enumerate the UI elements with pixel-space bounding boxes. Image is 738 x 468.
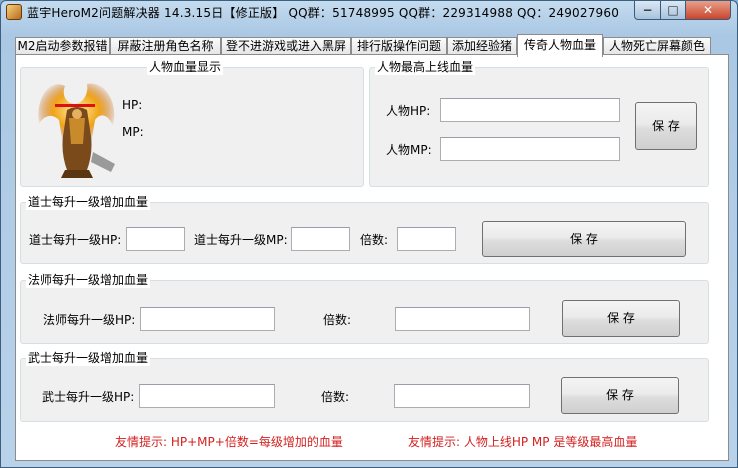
mage-group: 法师每升一级增加血量 法师每升一级HP: 倍数: 保 存	[20, 272, 709, 344]
mage-multiplier-input[interactable]	[395, 307, 530, 331]
title-bar[interactable]: 蓝宇HeroM2问题解决器 14.3.15日【修正版】 QQ群：51748995…	[1, 1, 737, 23]
tab-strip: M2启动参数报错 屏蔽注册角色名称 登不进游戏或进入黑屏 排行版操作问题 添加经…	[15, 34, 725, 57]
max-mp-input[interactable]	[440, 137, 620, 161]
tab-character-hp[interactable]: 传奇人物血量	[517, 34, 603, 57]
warrior-group: 武士每升一级增加血量 武士每升一级HP: 倍数: 保 存	[20, 350, 709, 422]
warrior-hp-input[interactable]	[139, 384, 275, 408]
client-area: M2启动参数报错 屏蔽注册角色名称 登不进游戏或进入黑屏 排行版操作问题 添加经…	[8, 31, 730, 463]
hp-display-group: 人物血量显示 HP: MP:	[20, 59, 364, 187]
taoist-save-button[interactable]: 保 存	[482, 221, 686, 257]
mage-multiplier-label: 倍数:	[323, 313, 352, 327]
mage-save-button[interactable]: 保 存	[562, 300, 680, 337]
hp-display-title: 人物血量显示	[147, 59, 224, 75]
mage-hp-label: 法师每升一级HP:	[43, 313, 136, 327]
taoist-mp-label: 道士每升一级MP:	[194, 233, 288, 247]
app-window: 蓝宇HeroM2问题解决器 14.3.15日【修正版】 QQ群：51748995…	[0, 0, 738, 468]
max-hp-input[interactable]	[440, 98, 620, 122]
mage-group-title: 法师每升一级增加血量	[26, 272, 151, 288]
tab-page-character-hp: 人物血量显示 HP: MP: 人物最高上线血量 人物HP: 人物MP: 保 存 …	[15, 54, 729, 461]
taoist-group-title: 道士每升一级增加血量	[26, 194, 151, 210]
max-hp-group: 人物最高上线血量 人物HP: 人物MP: 保 存	[369, 59, 709, 187]
taoist-multiplier-label: 倍数:	[360, 233, 389, 247]
warrior-hp-label: 武士每升一级HP:	[42, 390, 135, 404]
taoist-mp-input[interactable]	[291, 227, 350, 251]
warrior-multiplier-label: 倍数:	[321, 390, 350, 404]
mage-hp-input[interactable]	[140, 307, 275, 331]
minimize-button[interactable]: −	[634, 1, 661, 20]
warrior-multiplier-input[interactable]	[394, 384, 530, 408]
taoist-group: 道士每升一级增加血量 道士每升一级HP: 道士每升一级MP: 倍数: 保 存	[20, 194, 709, 264]
window-title: 蓝宇HeroM2问题解决器 14.3.15日【修正版】 QQ群：51748995…	[27, 6, 620, 20]
warrior-group-title: 武士每升一级增加血量	[26, 350, 151, 366]
character-avatar-image	[38, 83, 115, 178]
avatar-hp-label: HP:	[122, 98, 143, 112]
maximize-button[interactable]: □	[660, 1, 686, 20]
hint-right: 友情提示: 人物上线HP MP 是等级最高血量	[408, 435, 638, 449]
max-hp-title: 人物最高上线血量	[375, 59, 476, 75]
taoist-hp-input[interactable]	[126, 227, 185, 251]
close-button[interactable]: ✕	[685, 1, 731, 20]
avatar-mp-label: MP:	[122, 125, 144, 139]
app-icon	[6, 4, 22, 20]
warrior-save-button[interactable]: 保 存	[561, 377, 679, 414]
max-hp-save-button[interactable]: 保 存	[635, 102, 697, 150]
max-mp-label: 人物MP:	[386, 143, 432, 157]
hint-left: 友情提示: HP+MP+倍数=每级增加的血量	[115, 435, 343, 449]
max-hp-label: 人物HP:	[386, 104, 431, 118]
taoist-multiplier-input[interactable]	[397, 227, 456, 251]
taoist-hp-label: 道士每升一级HP:	[29, 233, 122, 247]
